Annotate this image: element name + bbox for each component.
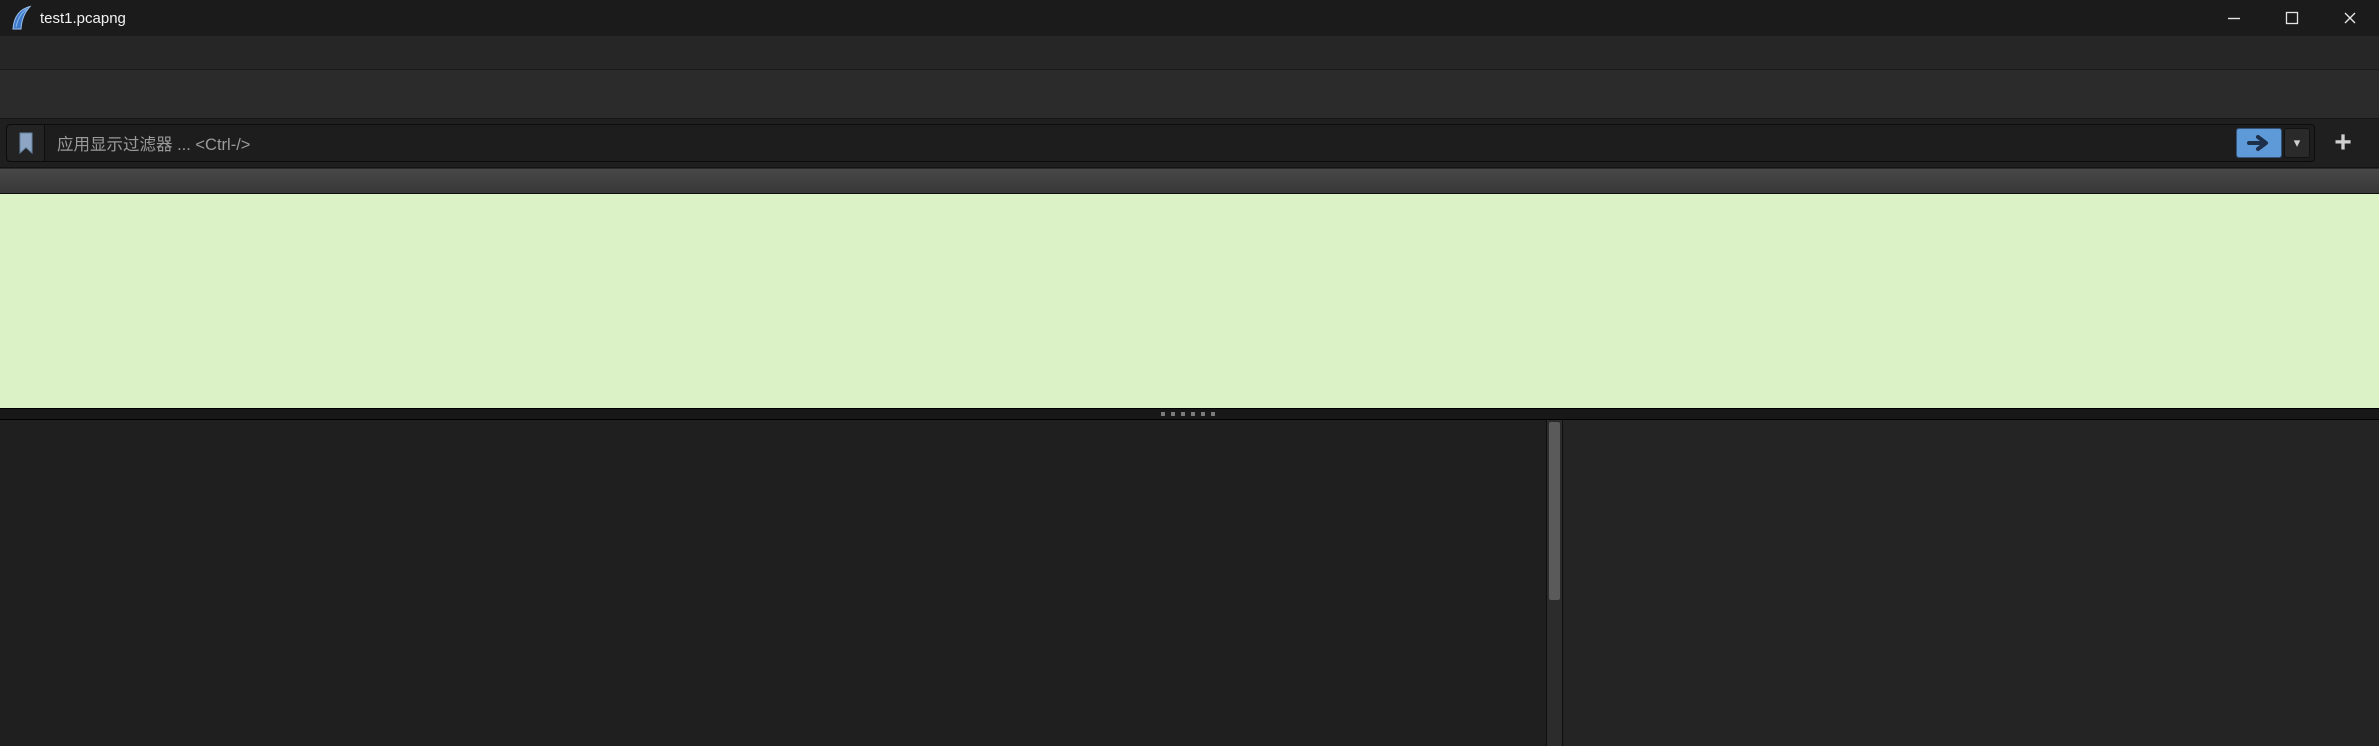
maximize-button[interactable]: [2263, 0, 2321, 36]
bookmark-icon: [16, 131, 36, 155]
splitter-grip-icon: [1161, 412, 1219, 416]
titlebar[interactable]: test1.pcapng: [0, 0, 2379, 36]
display-filter-input[interactable]: 应用显示过滤器 ... <Ctrl-/> ▾: [6, 124, 2315, 162]
wireshark-logo-icon: [10, 5, 32, 31]
scrollbar-thumb[interactable]: [1549, 422, 1560, 600]
window-title: test1.pcapng: [40, 10, 126, 27]
details-scrollbar[interactable]: [1546, 420, 1563, 746]
filter-toolbar: 应用显示过滤器 ... <Ctrl-/> ▾ +: [0, 119, 2379, 168]
apply-arrow-icon: [2246, 134, 2272, 152]
packet-list: [0, 194, 2379, 408]
add-filter-button[interactable]: +: [2315, 124, 2371, 162]
apply-filter-button[interactable]: [2236, 128, 2282, 158]
minimize-button[interactable]: [2205, 0, 2263, 36]
wireshark-window: test1.pcapng 应用显示过滤器 ... <Ctrl-/> ▾ +: [0, 0, 2379, 746]
main-toolbar: [0, 70, 2379, 119]
pane-splitter[interactable]: [0, 408, 2379, 420]
lower-panes: [0, 420, 2379, 746]
filter-placeholder-text: 应用显示过滤器 ... <Ctrl-/>: [57, 131, 250, 155]
window-controls: [2205, 0, 2379, 36]
packet-bytes-pane: [1563, 420, 2379, 746]
packet-details-pane: [0, 420, 1546, 746]
menubar: [0, 36, 2379, 70]
packet-list-header: [0, 168, 2379, 194]
close-button[interactable]: [2321, 0, 2379, 36]
filter-bookmark-button[interactable]: [7, 125, 45, 161]
filter-dropdown-chevron[interactable]: ▾: [2284, 128, 2310, 158]
